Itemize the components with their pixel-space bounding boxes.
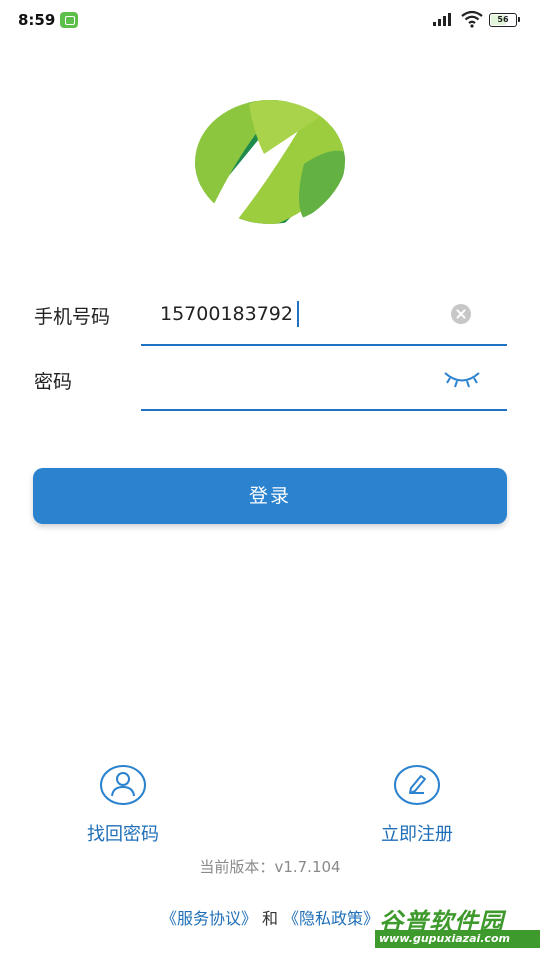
site-watermark: 谷普软件园 www.gupuxiazai.com (375, 902, 540, 948)
phone-row: 手机号码 (0, 283, 540, 346)
status-time: 8:59 (18, 11, 56, 29)
phone-input[interactable] (160, 299, 430, 329)
version-number: v1.7.104 (274, 858, 341, 876)
app-logo (195, 100, 345, 224)
login-button[interactable]: 登录 (33, 468, 507, 524)
wifi-icon (461, 10, 483, 28)
version-text: 当前版本：v1.7.104 (0, 856, 540, 877)
register-button[interactable]: 立即注册 (352, 764, 482, 846)
android-robot-icon (60, 12, 78, 28)
find-password-button[interactable]: 找回密码 (58, 764, 188, 846)
user-icon (100, 765, 146, 805)
password-underline (141, 409, 507, 411)
phone-label: 手机号码 (34, 306, 111, 328)
version-label: 当前版本： (199, 858, 275, 876)
battery-level: 56 (497, 15, 509, 24)
watermark-url: www.gupuxiazai.com (375, 930, 540, 948)
find-password-label: 找回密码 (87, 824, 159, 845)
navigation-area (0, 940, 375, 960)
register-label: 立即注册 (381, 824, 453, 845)
password-label: 密码 (34, 371, 73, 393)
password-input[interactable] (160, 364, 430, 394)
eye-closed-icon[interactable] (442, 366, 482, 390)
edit-pencil-icon (394, 765, 440, 805)
agreement-and: 和 (261, 909, 278, 928)
phone-underline (141, 344, 507, 346)
clear-icon[interactable] (451, 304, 471, 324)
battery-icon: 56 (489, 13, 520, 27)
text-cursor (297, 301, 299, 327)
signal-icon (433, 12, 455, 26)
privacy-policy-link[interactable]: 《隐私政策》 (283, 909, 379, 928)
status-bar: 8:59 56 (0, 0, 540, 40)
password-row: 密码 (0, 348, 540, 411)
service-agreement-link[interactable]: 《服务协议》 (161, 909, 257, 928)
